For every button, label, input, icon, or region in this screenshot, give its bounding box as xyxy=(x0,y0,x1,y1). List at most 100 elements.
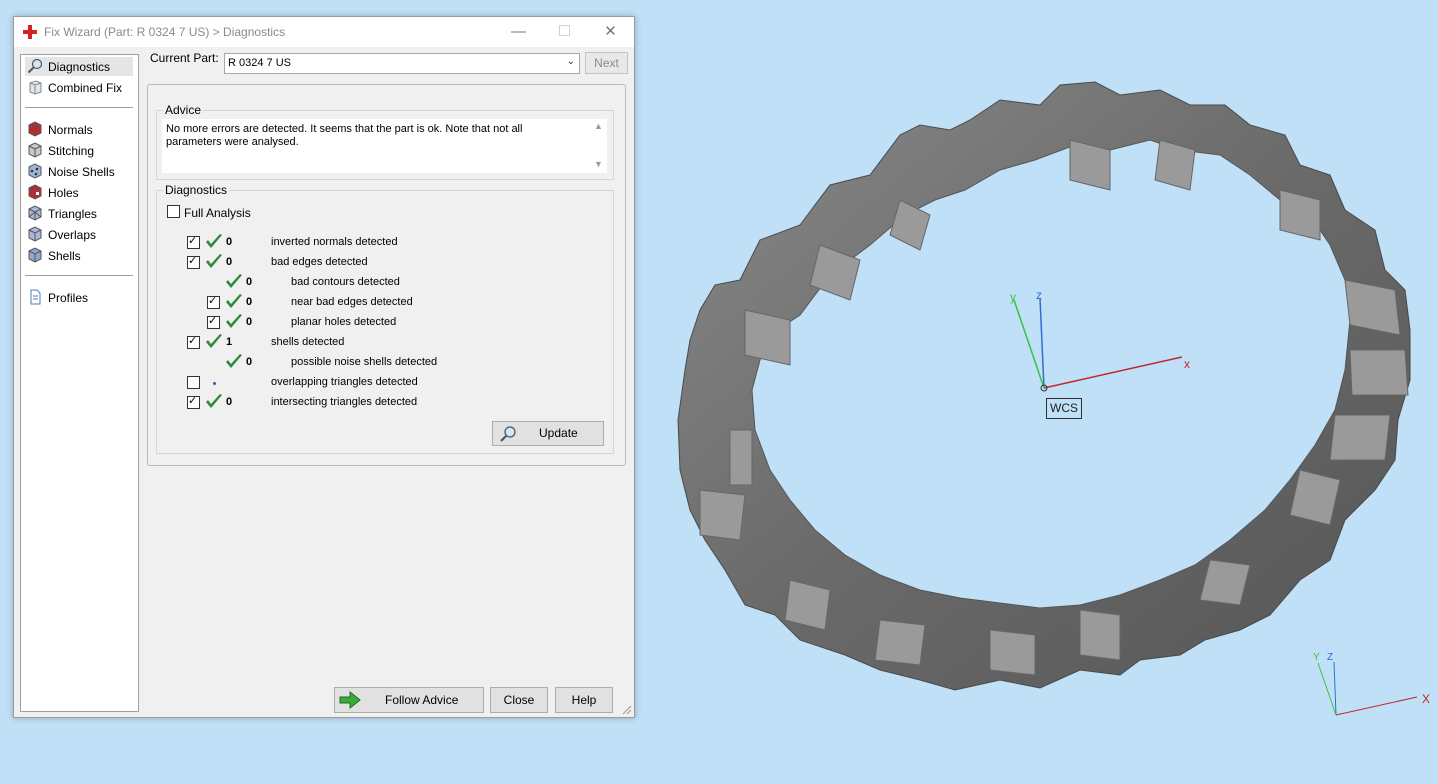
diagnostic-label: near bad edges detected xyxy=(291,296,413,308)
check-mark-icon: ✓ xyxy=(208,315,218,327)
diagnostic-checkbox[interactable]: ✓ xyxy=(187,395,200,409)
sidebar-item-stitching[interactable]: Stitching xyxy=(25,141,133,160)
sidebar-item-noise-shells[interactable]: Noise Shells xyxy=(25,162,133,181)
diagnostic-count: 0 xyxy=(226,396,233,408)
diagnostic-label: possible noise shells detected xyxy=(291,356,438,368)
advice-scrollbar[interactable]: ▲ ▼ xyxy=(590,119,607,175)
wcs-label: WCS xyxy=(1046,398,1082,419)
sidebar-item-label: Noise Shells xyxy=(48,165,115,179)
overlaps-cube-icon xyxy=(28,226,42,242)
close-button[interactable]: Close xyxy=(490,687,548,713)
diagnostic-row: 0 bad contours detected xyxy=(157,274,597,295)
sidebar-item-label: Holes xyxy=(48,186,79,200)
green-arrow-icon xyxy=(339,691,361,709)
diagnostic-checkbox[interactable]: ✓ xyxy=(187,335,200,349)
diagnostics-legend: Diagnostics xyxy=(163,183,230,197)
diagnostic-label: overlapping triangles detected xyxy=(271,376,418,388)
update-label: Update xyxy=(539,426,578,440)
window-title: Fix Wizard (Part: R 0324 7 US) > Diagnos… xyxy=(44,25,286,39)
diagnostic-label: shells detected xyxy=(271,336,345,348)
advice-textarea[interactable]: No more errors are detected. It seems th… xyxy=(162,119,607,173)
sidebar-item-profiles[interactable]: Profiles xyxy=(25,288,133,307)
scroll-down-icon[interactable]: ▼ xyxy=(594,159,603,169)
check-mark-icon: ✓ xyxy=(188,335,198,347)
diagnostics-group: Diagnostics Full Analysis ✓ 0 inverted nor… xyxy=(156,183,614,454)
sidebar-item-overlaps[interactable]: Overlaps xyxy=(25,225,133,244)
diagnostic-row: ✓ 0 bad edges detected xyxy=(157,254,597,275)
current-part-select[interactable]: R 0324 7 US ⌄ xyxy=(224,53,580,74)
normals-cube-icon xyxy=(28,121,42,137)
diagnostic-label: planar holes detected xyxy=(291,316,397,328)
sidebar-item-label: Overlaps xyxy=(48,228,97,242)
sidebar-item-label: Diagnostics xyxy=(48,60,111,74)
check-mark-icon: ✓ xyxy=(188,395,198,407)
check-mark-icon: ✓ xyxy=(188,235,198,247)
magnifier-icon xyxy=(500,426,516,442)
diagnostic-label: inverted normals detected xyxy=(271,236,398,248)
current-part-value: R 0324 7 US xyxy=(228,57,291,69)
green-check-icon xyxy=(226,294,242,308)
axis-y-label: y xyxy=(1010,290,1016,304)
fix-wizard-dialog: Fix Wizard (Part: R 0324 7 US) > Diagnos… xyxy=(13,16,635,718)
sidebar-item-label: Combined Fix xyxy=(48,81,123,95)
diagnostic-count: 0 xyxy=(246,276,253,288)
shells-cube-icon xyxy=(28,247,42,263)
diagnostic-label: intersecting triangles detected xyxy=(271,396,418,408)
mini-axis-z-label: Z xyxy=(1327,652,1334,663)
diagnostic-row: ✓ 0 inverted normals detected xyxy=(157,234,597,255)
diagnostic-label: bad contours detected xyxy=(291,276,400,288)
diagnostic-row: ✓ 0 planar holes detected xyxy=(157,314,597,335)
next-button[interactable]: Next xyxy=(585,52,628,74)
green-check-icon xyxy=(226,354,242,368)
sidebar-item-label: Normals xyxy=(48,123,93,137)
sidebar-item-holes[interactable]: Holes xyxy=(25,183,133,202)
axis-z-label: z xyxy=(1036,288,1042,302)
diagnostic-row: ✓ 0 near bad edges detected xyxy=(157,294,597,315)
stitching-cube-icon xyxy=(28,142,42,158)
title-bar[interactable]: Fix Wizard (Part: R 0324 7 US) > Diagnos… xyxy=(14,17,634,47)
sidebar-item-triangles[interactable]: Triangles xyxy=(25,204,133,223)
green-check-icon xyxy=(206,254,222,268)
diagnostic-label: bad edges detected xyxy=(271,256,368,268)
close-window-button[interactable]: ✕ xyxy=(588,17,633,47)
advice-text: No more errors are detected. It seems th… xyxy=(166,123,523,148)
advice-group: Advice No more errors are detected. It s… xyxy=(156,103,614,180)
diagnostic-count: 0 xyxy=(246,296,253,308)
sidebar-item-combined-fix[interactable]: Combined Fix xyxy=(25,78,133,97)
check-mark-icon: ✓ xyxy=(208,295,218,307)
triangles-cube-icon xyxy=(28,205,42,221)
check-mark-icon: ✓ xyxy=(188,255,198,267)
diagnostic-checkbox[interactable] xyxy=(187,376,200,389)
green-check-icon xyxy=(226,314,242,328)
diagnostic-count: 0 xyxy=(246,356,253,368)
diagnostic-checkbox[interactable]: ✓ xyxy=(207,295,220,309)
diagnostic-count: 0 xyxy=(226,236,233,248)
help-button[interactable]: Help xyxy=(555,687,613,713)
diagnostic-checkbox[interactable]: ✓ xyxy=(187,255,200,269)
sidebar-item-shells[interactable]: Shells xyxy=(25,246,133,265)
resize-grip-icon[interactable] xyxy=(622,705,632,715)
green-check-icon xyxy=(206,234,222,248)
holes-cube-icon xyxy=(28,184,42,200)
update-button[interactable]: Update xyxy=(492,421,604,446)
diagnostic-row: ✓ 1 shells detected xyxy=(157,334,597,355)
green-check-icon xyxy=(226,274,242,288)
sidebar-item-normals[interactable]: Normals xyxy=(25,120,133,139)
diagnostic-count: 0 xyxy=(246,316,253,328)
minimize-button[interactable]: — xyxy=(496,17,541,47)
diagnostic-checkbox[interactable]: ✓ xyxy=(207,315,220,329)
follow-advice-button[interactable]: Follow Advice xyxy=(334,687,484,713)
noise-shells-icon xyxy=(28,163,42,179)
follow-advice-label: Follow Advice xyxy=(385,693,459,707)
scroll-up-icon[interactable]: ▲ xyxy=(594,121,603,131)
mini-axis-x-label: X xyxy=(1422,692,1431,706)
sidebar-item-diagnostics[interactable]: Diagnostics xyxy=(25,57,133,76)
diagnostic-count: 1 xyxy=(226,336,233,348)
full-analysis-checkbox[interactable] xyxy=(167,205,180,218)
diagnostic-row: 0 possible noise shells detected xyxy=(157,354,597,375)
sidebar-item-label: Triangles xyxy=(48,207,97,221)
diagnostic-row: ✓ 0 intersecting triangles detected xyxy=(157,394,597,415)
diagnostic-checkbox[interactable]: ✓ xyxy=(187,235,200,249)
maximize-button[interactable]: ☐ xyxy=(542,17,587,47)
green-check-icon xyxy=(206,334,222,348)
